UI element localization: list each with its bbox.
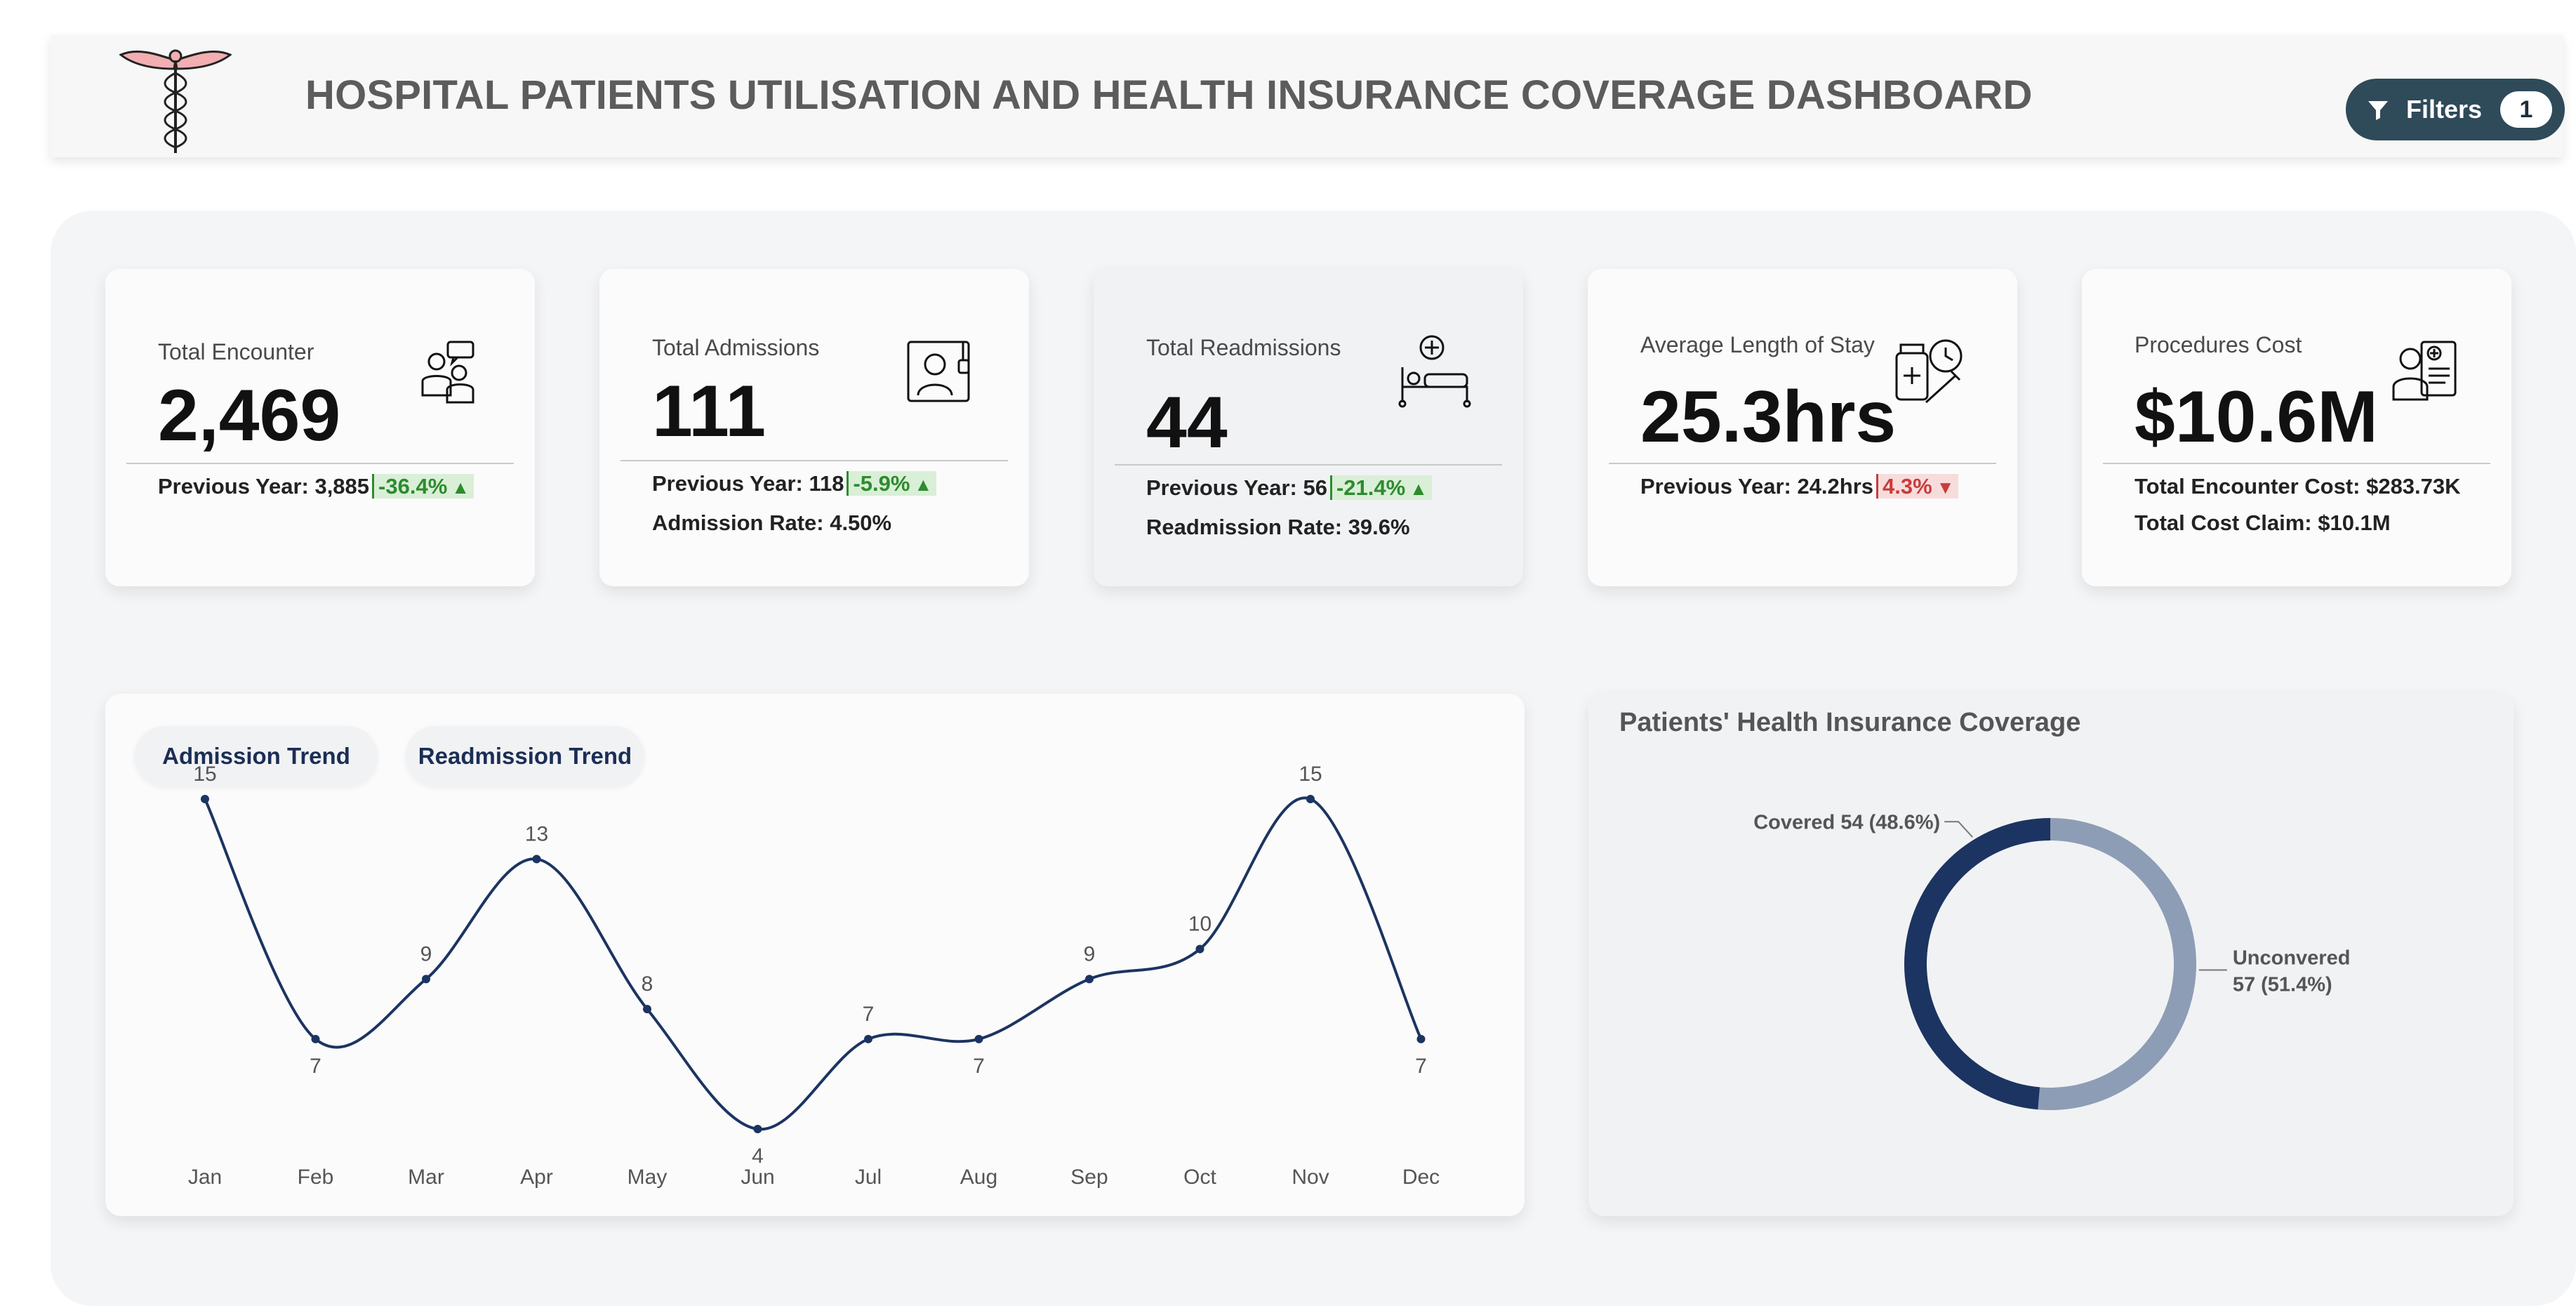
data-point-jun — [753, 1125, 762, 1133]
x-tick-apr: Apr — [520, 1166, 553, 1189]
kpi-label: Procedures Cost — [2135, 332, 2302, 357]
data-point-mar — [422, 975, 430, 984]
hospital-bed-icon — [1398, 335, 1471, 408]
filters-button[interactable]: Filters 1 — [2346, 79, 2565, 140]
data-label-mar: 9 — [420, 942, 432, 965]
kpi-card-average-length-of-stay: Average Length of Stay 25.3hrs Previous … — [1588, 269, 2017, 586]
covered-leader-line — [1944, 821, 1973, 838]
kpi-label: Average Length of Stay — [1640, 332, 1875, 357]
x-tick-jan: Jan — [188, 1166, 222, 1189]
x-tick-dec: Dec — [1402, 1166, 1440, 1189]
unconvered-label: Unconvered — [2233, 946, 2351, 969]
kpi-rate: Admission Rate: 4.50% — [652, 510, 892, 535]
data-label-jan: 15 — [193, 763, 216, 786]
data-point-jan — [201, 795, 209, 803]
kpi-value: $10.6M — [2135, 376, 2378, 458]
doctor-report-icon — [2392, 341, 2457, 401]
patient-in-bed-icon — [907, 341, 970, 402]
data-point-apr — [532, 855, 541, 864]
medicine-clock-icon — [1895, 339, 1963, 404]
triangle-down-icon: ▼ — [1936, 477, 1955, 498]
data-point-nov — [1306, 795, 1315, 803]
kpi-divider — [126, 463, 514, 464]
data-label-jun: 4 — [752, 1145, 764, 1168]
kpi-divider — [1609, 463, 1996, 464]
coverage-donut-chart: Covered 54 (48.6%) Unconvered 57 (51.4%) — [1753, 811, 2351, 1110]
kpi-previous-year: Previous Year: 118 -5.9% ▲ — [652, 471, 937, 496]
x-tick-oct: Oct — [1183, 1166, 1216, 1189]
data-point-may — [643, 1005, 651, 1014]
kpi-card-total-encounter: Total Encounter 2,469 Previous Year: 3,8… — [105, 269, 535, 586]
kpi-rate: Readmission Rate: 39.6% — [1146, 515, 1410, 539]
admission-trend-line-chart: 15 Jan 7 Feb 9 Mar 13 Apr 8 May 4Jun 7 Jul 7 Aug 9 Sep 10… — [188, 763, 1440, 1189]
kpi-value: 111 — [652, 371, 766, 452]
kpi-total-cost-claim: Total Cost Claim: $10.1M — [2135, 510, 2391, 535]
filter-icon — [2368, 101, 2388, 120]
data-label-oct: 10 — [1188, 913, 1211, 936]
kpi-value: 2,469 — [158, 375, 341, 456]
data-label-jul: 7 — [863, 1003, 875, 1026]
data-label-apr: 13 — [525, 822, 548, 845]
covered-label: Covered 54 (48.6%) — [1753, 811, 1940, 833]
kpi-card-total-readmissions: Total Readmissions 44 Previous Year: 56-… — [1094, 269, 1523, 586]
data-label-sep: 9 — [1084, 942, 1096, 965]
data-point-oct — [1195, 944, 1204, 954]
data-label-dec: 7 — [1415, 1055, 1427, 1078]
kpi-value: 25.3hrs — [1640, 376, 1897, 458]
kpi-value: 44 — [1146, 382, 1228, 463]
x-tick-jul: Jul — [855, 1166, 882, 1189]
kpi-change-badge: -36.4% ▲ — [372, 474, 474, 499]
kpi-total-encounter-cost: Total Encounter Cost: $283.73K — [2135, 474, 2461, 499]
data-point-aug — [974, 1034, 983, 1043]
page-title: HOSPITAL PATIENTS UTILISATION AND HEALTH… — [305, 72, 2033, 118]
kpi-label: Total Readmissions — [1146, 335, 1341, 360]
data-point-jul — [864, 1034, 872, 1043]
kpi-label: Total Encounter — [158, 339, 314, 364]
x-tick-nov: Nov — [1292, 1166, 1329, 1189]
x-tick-sep: Sep — [1070, 1166, 1108, 1189]
kpi-change-badge: -21.4% ▲ — [1329, 475, 1432, 500]
kpi-previous-year: Previous Year: 24.2hrs 4.3% ▼ — [1640, 474, 1959, 499]
coverage-chart-panel: Patients' Health Insurance Coverage Cove… — [1588, 694, 2514, 1216]
kpi-change-badge: -5.9% ▲ — [847, 471, 937, 496]
data-point-sep — [1085, 975, 1094, 984]
kpi-previous-year: Previous Year: 3,885 -36.4% ▲ — [158, 474, 474, 499]
admission-trend-line — [204, 796, 1423, 1131]
data-label-nov: 15 — [1299, 763, 1322, 786]
x-tick-feb: Feb — [298, 1166, 334, 1189]
data-point-dec — [1416, 1034, 1426, 1043]
filters-count-badge: 1 — [2500, 91, 2552, 128]
data-label-feb: 7 — [310, 1055, 321, 1078]
triangle-up-icon: ▲ — [914, 474, 933, 495]
kpi-divider — [2103, 463, 2490, 464]
x-tick-mar: Mar — [408, 1166, 444, 1189]
filters-label: Filters — [2406, 95, 2483, 124]
trend-chart-panel: Admission Trend Readmission Trend 15 Jan 7… — [105, 694, 1525, 1216]
donut-slice-covered — [1904, 818, 2050, 1110]
kpi-divider — [1115, 464, 1502, 466]
kpi-previous-year: Previous Year: 56 -21.4% ▲ — [1146, 475, 1432, 501]
data-point-feb — [311, 1034, 320, 1043]
kpi-label: Total Admissions — [652, 335, 820, 360]
x-tick-aug: Aug — [960, 1166, 997, 1189]
patients-icon — [421, 341, 474, 404]
x-tick-jun: Jun — [741, 1166, 774, 1189]
unconvered-value: 57 (51.4%) — [2233, 973, 2332, 996]
triangle-up-icon: ▲ — [1409, 478, 1428, 499]
data-label-aug: 7 — [973, 1055, 985, 1078]
x-tick-may: May — [628, 1166, 668, 1189]
data-label-may: 8 — [642, 972, 653, 996]
caduceus-icon — [119, 49, 232, 153]
kpi-card-total-admissions: Total Admissions 111 Previous Year: 118-… — [599, 269, 1029, 586]
kpi-change-badge: 4.3% ▼ — [1876, 474, 1959, 499]
triangle-up-icon: ▲ — [451, 477, 470, 498]
kpi-divider — [620, 460, 1008, 461]
kpi-card-procedures-cost: Procedures Cost $10.6M Total Encounter C… — [2082, 269, 2511, 586]
donut-slice-unconvered — [2038, 818, 2196, 1110]
